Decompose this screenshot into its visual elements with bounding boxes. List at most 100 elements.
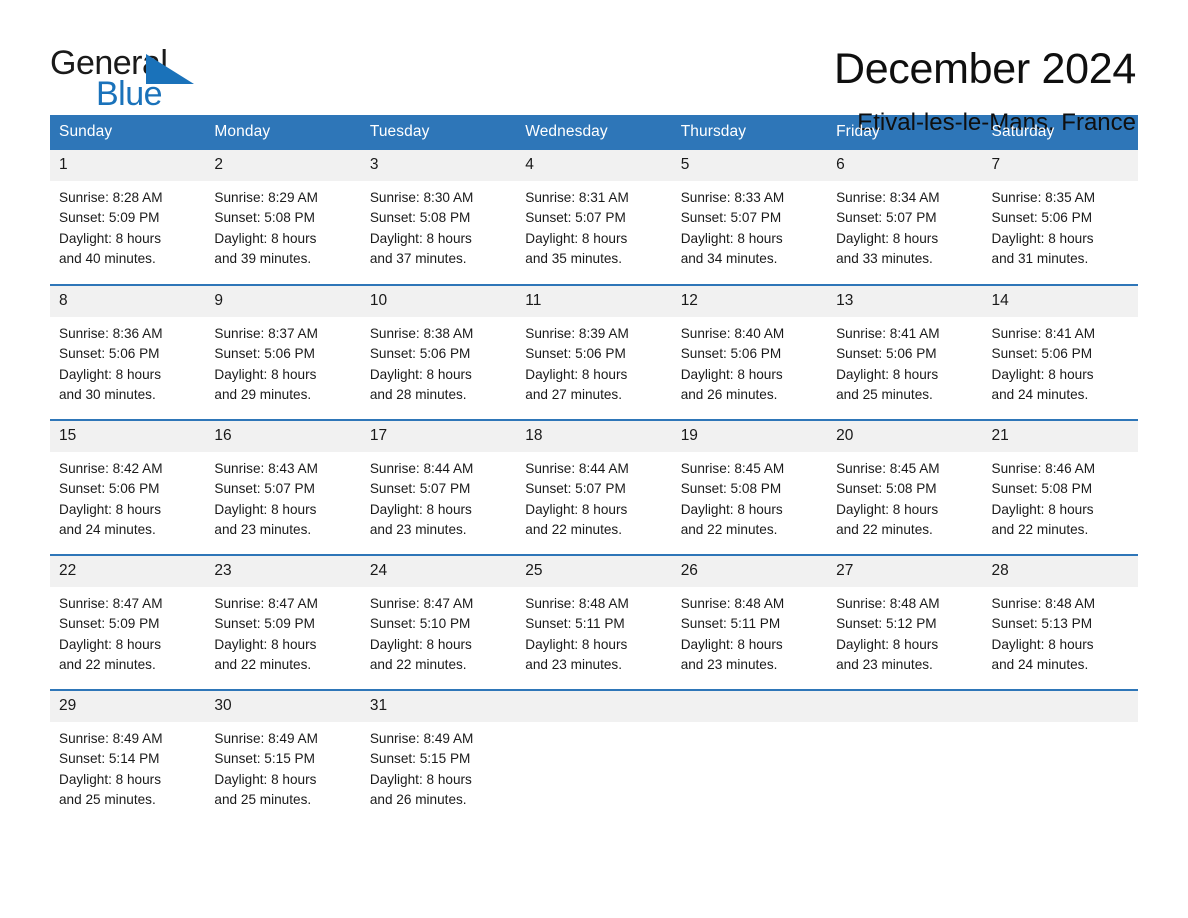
day-number: 20 — [827, 421, 983, 452]
day-details: Sunrise: 8:44 AM Sunset: 5:07 PM Dayligh… — [525, 461, 629, 537]
weekday-header-wednesday: Wednesday — [516, 115, 672, 150]
weekday-header-monday: Monday — [205, 115, 361, 150]
day-details: Sunrise: 8:43 AM Sunset: 5:07 PM Dayligh… — [214, 461, 318, 537]
day-number — [982, 691, 1138, 722]
day-number: 17 — [360, 421, 517, 452]
day-details: Sunrise: 8:47 AM Sunset: 5:09 PM Dayligh… — [214, 596, 318, 672]
day-details: Sunrise: 8:34 AM Sunset: 5:07 PM Dayligh… — [836, 190, 940, 266]
day-cell[interactable]: 3 Sunrise: 8:30 AM Sunset: 5:08 PM Daylig… — [360, 150, 517, 285]
day-cell[interactable]: 9 Sunrise: 8:37 AM Sunset: 5:06 PM Daylig… — [205, 284, 361, 420]
day-cell[interactable]: 10 Sunrise: 8:38 AM Sunset: 5:06 PM Dayli… — [360, 284, 517, 420]
day-cell[interactable]: 24 Sunrise: 8:47 AM Sunset: 5:10 PM Dayli… — [360, 554, 517, 690]
day-number: 16 — [205, 421, 361, 452]
day-cell[interactable]: 17 Sunrise: 8:44 AM Sunset: 5:07 PM Dayli… — [360, 419, 517, 555]
day-cell[interactable]: 1 Sunrise: 8:28 AM Sunset: 5:09 PM Daylig… — [50, 150, 206, 285]
day-number: 29 — [50, 691, 206, 722]
day-cell-empty — [671, 689, 828, 825]
day-cell[interactable]: 4 Sunrise: 8:31 AM Sunset: 5:07 PM Daylig… — [516, 150, 672, 285]
day-details: Sunrise: 8:40 AM Sunset: 5:06 PM Dayligh… — [680, 326, 785, 402]
day-details: Sunrise: 8:38 AM Sunset: 5:06 PM Dayligh… — [369, 326, 474, 402]
day-cell[interactable]: 22 Sunrise: 8:47 AM Sunset: 5:09 PM Dayli… — [50, 554, 206, 690]
day-cell[interactable]: 30 Sunrise: 8:49 AM Sunset: 5:15 PM Dayli… — [205, 689, 361, 825]
day-number: 13 — [827, 286, 983, 317]
day-number: 22 — [50, 556, 206, 587]
day-number: 8 — [50, 286, 206, 317]
day-details: Sunrise: 8:49 AM Sunset: 5:15 PM Dayligh… — [369, 731, 474, 807]
day-number: 28 — [982, 556, 1138, 587]
day-details: Sunrise: 8:30 AM Sunset: 5:08 PM Dayligh… — [369, 190, 474, 266]
day-cell[interactable]: 5 Sunrise: 8:33 AM Sunset: 5:07 PM Daylig… — [671, 150, 828, 285]
page-header: General Blue December 2024 Etival-les-le… — [50, 0, 1138, 136]
day-cell[interactable]: 8 Sunrise: 8:36 AM Sunset: 5:06 PM Daylig… — [50, 284, 206, 420]
day-cell[interactable]: 6 Sunrise: 8:34 AM Sunset: 5:07 PM Daylig… — [827, 150, 983, 285]
day-number: 18 — [516, 421, 672, 452]
day-cell[interactable]: 15 Sunrise: 8:42 AM Sunset: 5:06 PM Dayli… — [50, 419, 206, 555]
day-cell[interactable]: 27 Sunrise: 8:48 AM Sunset: 5:12 PM Dayli… — [827, 554, 983, 690]
week-row: 1 Sunrise: 8:28 AM Sunset: 5:09 PM Daylig… — [50, 150, 1138, 285]
day-cell[interactable]: 18 Sunrise: 8:44 AM Sunset: 5:07 PM Dayli… — [516, 419, 672, 555]
day-number: 24 — [360, 556, 517, 587]
day-details: Sunrise: 8:49 AM Sunset: 5:14 PM Dayligh… — [59, 731, 163, 807]
day-cell[interactable]: 16 Sunrise: 8:43 AM Sunset: 5:07 PM Dayli… — [205, 419, 361, 555]
logo-text-blue: Blue — [96, 75, 163, 113]
day-details: Sunrise: 8:41 AM Sunset: 5:06 PM Dayligh… — [991, 326, 1096, 402]
day-number: 2 — [205, 150, 361, 181]
day-details: Sunrise: 8:49 AM Sunset: 5:15 PM Dayligh… — [214, 731, 318, 807]
day-details: Sunrise: 8:48 AM Sunset: 5:12 PM Dayligh… — [836, 596, 940, 672]
day-details: Sunrise: 8:36 AM Sunset: 5:06 PM Dayligh… — [59, 326, 163, 402]
week-row: 22 Sunrise: 8:47 AM Sunset: 5:09 PM Dayli… — [50, 554, 1138, 690]
day-cell[interactable]: 14 Sunrise: 8:41 AM Sunset: 5:06 PM Dayli… — [982, 284, 1138, 420]
day-cell[interactable]: 26 Sunrise: 8:48 AM Sunset: 5:11 PM Dayli… — [671, 554, 828, 690]
day-details: Sunrise: 8:31 AM Sunset: 5:07 PM Dayligh… — [525, 190, 629, 266]
day-number: 6 — [827, 150, 983, 181]
day-cell[interactable]: 23 Sunrise: 8:47 AM Sunset: 5:09 PM Dayli… — [205, 554, 361, 690]
day-cell[interactable]: 2 Sunrise: 8:29 AM Sunset: 5:08 PM Daylig… — [205, 150, 361, 285]
day-details: Sunrise: 8:47 AM Sunset: 5:09 PM Dayligh… — [59, 596, 163, 672]
day-cell-empty — [982, 689, 1138, 825]
day-details: Sunrise: 8:41 AM Sunset: 5:06 PM Dayligh… — [836, 326, 940, 402]
calendar-page: General Blue December 2024 Etival-les-le… — [0, 0, 1188, 918]
day-details: Sunrise: 8:48 AM Sunset: 5:11 PM Dayligh… — [680, 596, 785, 672]
day-cell[interactable]: 13 Sunrise: 8:41 AM Sunset: 5:06 PM Dayli… — [827, 284, 983, 420]
calendar-body: 1 Sunrise: 8:28 AM Sunset: 5:09 PM Daylig… — [50, 150, 1138, 825]
day-cell[interactable]: 11 Sunrise: 8:39 AM Sunset: 5:06 PM Dayli… — [516, 284, 672, 420]
day-cell[interactable]: 12 Sunrise: 8:40 AM Sunset: 5:06 PM Dayli… — [671, 284, 828, 420]
general-blue-logo[interactable]: General Blue — [50, 44, 200, 116]
day-number: 10 — [360, 286, 517, 317]
day-details: Sunrise: 8:29 AM Sunset: 5:08 PM Dayligh… — [214, 190, 318, 266]
day-details: Sunrise: 8:46 AM Sunset: 5:08 PM Dayligh… — [991, 461, 1096, 537]
day-cell[interactable]: 29 Sunrise: 8:49 AM Sunset: 5:14 PM Dayli… — [50, 689, 206, 825]
day-cell-empty — [827, 689, 983, 825]
day-cell[interactable]: 31 Sunrise: 8:49 AM Sunset: 5:15 PM Dayli… — [360, 689, 517, 825]
day-number — [516, 691, 672, 722]
day-cell[interactable]: 28 Sunrise: 8:48 AM Sunset: 5:13 PM Dayli… — [982, 554, 1138, 690]
day-number: 11 — [516, 286, 672, 317]
day-details: Sunrise: 8:37 AM Sunset: 5:06 PM Dayligh… — [214, 326, 318, 402]
day-cell[interactable]: 20 Sunrise: 8:45 AM Sunset: 5:08 PM Dayli… — [827, 419, 983, 555]
day-details: Sunrise: 8:35 AM Sunset: 5:06 PM Dayligh… — [991, 190, 1096, 266]
day-number: 25 — [516, 556, 672, 587]
day-cell[interactable]: 25 Sunrise: 8:48 AM Sunset: 5:11 PM Dayli… — [516, 554, 672, 690]
page-title: December 2024 — [833, 45, 1136, 93]
day-details: Sunrise: 8:44 AM Sunset: 5:07 PM Dayligh… — [369, 461, 474, 537]
week-row: 29 Sunrise: 8:49 AM Sunset: 5:14 PM Dayli… — [50, 689, 1138, 825]
day-number: 26 — [671, 556, 828, 587]
day-details: Sunrise: 8:48 AM Sunset: 5:11 PM Dayligh… — [525, 596, 629, 672]
day-cell[interactable]: 21 Sunrise: 8:46 AM Sunset: 5:08 PM Dayli… — [982, 419, 1138, 555]
day-number: 9 — [205, 286, 361, 317]
day-cell-empty — [516, 689, 672, 825]
day-number: 30 — [205, 691, 361, 722]
weekday-header-sunday: Sunday — [50, 115, 206, 150]
day-cell[interactable]: 19 Sunrise: 8:45 AM Sunset: 5:08 PM Dayli… — [671, 419, 828, 555]
day-cell[interactable]: 7 Sunrise: 8:35 AM Sunset: 5:06 PM Daylig… — [982, 150, 1138, 285]
day-details: Sunrise: 8:39 AM Sunset: 5:06 PM Dayligh… — [525, 326, 629, 402]
day-number — [671, 691, 828, 722]
day-number: 21 — [982, 421, 1138, 452]
day-number: 7 — [982, 150, 1138, 181]
week-row: 15 Sunrise: 8:42 AM Sunset: 5:06 PM Dayli… — [50, 419, 1138, 555]
day-number: 14 — [982, 286, 1138, 317]
day-details: Sunrise: 8:33 AM Sunset: 5:07 PM Dayligh… — [680, 190, 785, 266]
day-number: 19 — [671, 421, 828, 452]
day-number: 15 — [50, 421, 206, 452]
day-number: 31 — [360, 691, 517, 722]
